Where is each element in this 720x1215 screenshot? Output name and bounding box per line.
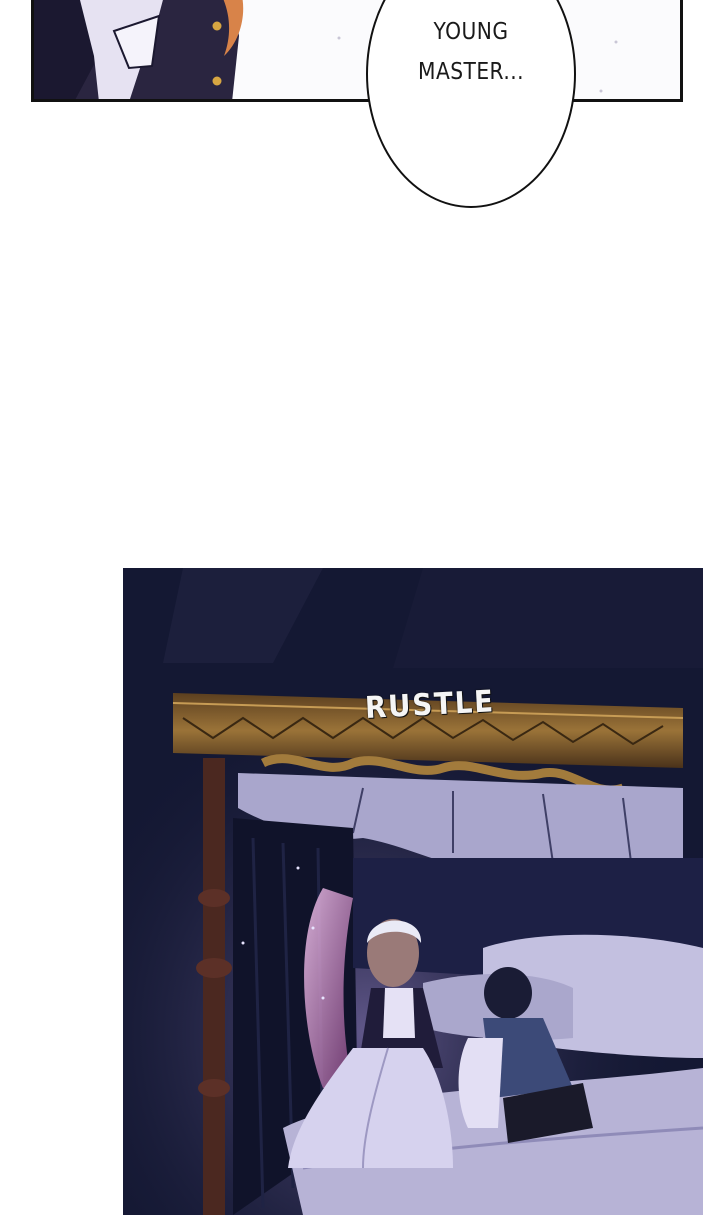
speech-bubble-text: YOUNG MASTER... [379, 12, 564, 92]
dialogue-line-2: MASTER... [418, 59, 524, 85]
dialogue-line-1: YOUNG [433, 19, 509, 45]
top-comic-panel [31, 0, 683, 102]
uniform-figure-illustration [34, 0, 680, 99]
bedroom-scene-illustration [123, 568, 703, 1215]
rustle-sound-effect: RUSTLE [364, 684, 496, 727]
bedroom-comic-panel [123, 568, 703, 1215]
